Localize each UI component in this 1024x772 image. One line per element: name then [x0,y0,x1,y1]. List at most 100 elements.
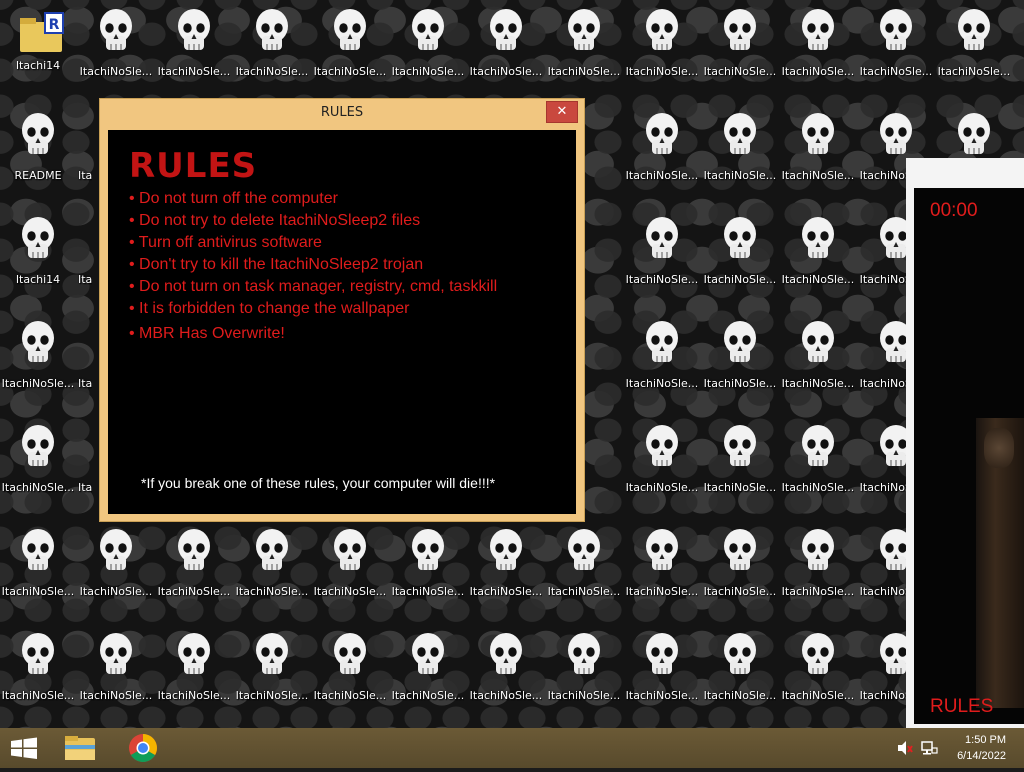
skull-icon-wrap [799,112,837,160]
skull-icon-wrap [19,632,57,680]
desktop-icon[interactable]: ItachiNoSle... [312,522,388,618]
skull-icon [568,529,600,570]
desktop-icon[interactable]: ItachiNoSle... [780,522,856,618]
desktop-icon[interactable]: ItachiNoSle... [702,314,778,410]
rule-item: • Do not try to delete ItachiNoSleep2 fi… [129,212,421,229]
desktop-icon[interactable]: ItachiNoSle... [0,626,76,722]
folder-icon-wrap: R [18,10,64,52]
network-icon[interactable] [920,740,938,756]
chrome-button[interactable] [114,728,172,768]
desktop-icon[interactable]: Ita [78,314,98,410]
desktop-icon-label: ItachiNoSle... [157,689,231,702]
desktop-icon[interactable]: ItachiNoSle... [702,522,778,618]
desktop-icon-label: ItachiNoSle... [391,585,465,598]
desktop-icon[interactable]: ItachiNoSle... [858,2,934,98]
desktop-icon-label: ItachiNoSle... [1,377,75,390]
desktop-icon[interactable]: ItachiNoSle... [624,314,700,410]
rules-titlebar[interactable]: RULES ✕ [100,99,584,129]
desktop-icon[interactable]: ItachiNoSle... [780,626,856,722]
desktop-icon[interactable]: ItachiNoSle... [546,2,622,98]
desktop-icon[interactable]: ItachiNoSle... [780,314,856,410]
desktop-icon[interactable]: ItachiNoSle... [780,106,856,202]
desktop-icon[interactable]: ItachiNoSle... [234,522,310,618]
desktop-icon[interactable]: ItachiNoSle... [0,314,76,410]
skull-icon [724,425,756,466]
desktop-icon[interactable]: ItachiNoSle... [624,106,700,202]
skull-icon [724,9,756,50]
desktop-icon-label: ItachiNoSle... [703,481,777,494]
desktop-icon[interactable]: ItachiNoSle... [624,210,700,306]
desktop-icon[interactable]: ItachiNoSle... [312,626,388,722]
desktop-icon[interactable]: R Itachi14 [0,2,76,98]
desktop-icon[interactable]: ItachiNoSle... [156,2,232,98]
desktop-icon[interactable]: ItachiNoSle... [702,106,778,202]
desktop-icon[interactable]: ItachiNoSle... [702,418,778,514]
desktop-icon-label: ItachiNoSle... [1,585,75,598]
skull-icon [802,633,834,674]
desktop-icon[interactable]: ItachiNoSle... [936,2,1012,98]
desktop-icon[interactable]: ItachiNoSle... [624,2,700,98]
desktop-icon-label: ItachiNoSle... [625,273,699,286]
desktop-icon[interactable]: ItachiNoSle... [468,2,544,98]
skull-icon-wrap [643,216,681,264]
skull-icon [724,321,756,362]
skull-icon [256,9,288,50]
desktop-icon[interactable]: ItachiNoSle... [234,626,310,722]
desktop-icon[interactable]: Ita [78,210,98,306]
rules-list: • Do not turn off the computer • Do not … [129,188,497,345]
desktop-icon-label: ItachiNoSle... [703,169,777,182]
desktop-icon[interactable]: ItachiNoSle... [78,2,154,98]
desktop-icon[interactable]: ItachiNoSle... [156,522,232,618]
desktop-icon-label: ItachiNoSle... [625,377,699,390]
desktop-icon[interactable]: Itachi14 [0,210,76,306]
desktop-icon-label: ItachiNoSle... [859,65,933,78]
start-button[interactable] [0,728,48,768]
chrome-icon [129,734,157,762]
desktop-icon[interactable]: ItachiNoSle... [156,626,232,722]
clock-time[interactable]: 1:50 PM [965,734,1006,746]
desktop-icon-label: ItachiNoSle... [547,585,621,598]
desktop-icon[interactable]: ItachiNoSle... [624,522,700,618]
desktop-icon[interactable]: ItachiNoSle... [546,626,622,722]
volume-muted-icon[interactable] [896,740,914,756]
desktop-icon[interactable]: ItachiNoSle... [468,522,544,618]
desktop-icon[interactable]: ItachiNoSle... [468,626,544,722]
close-button[interactable]: ✕ [546,101,578,123]
desktop-icon[interactable]: ItachiNoSle... [702,2,778,98]
desktop-icon[interactable]: ItachiNoSle... [390,2,466,98]
desktop-icon[interactable]: ItachiNoSle... [702,626,778,722]
skull-icon-wrap [721,216,759,264]
desktop-icon[interactable]: ItachiNoSle... [780,2,856,98]
desktop-icon-label: ItachiNoSle... [235,585,309,598]
desktop-icon[interactable]: ItachiNoSle... [390,522,466,618]
desktop-icon[interactable]: ItachiNoSle... [624,626,700,722]
skull-icon [100,529,132,570]
desktop-icon[interactable]: ItachiNoSle... [780,418,856,514]
desktop-icon[interactable]: ItachiNoSle... [234,2,310,98]
rules-window: RULES ✕ RULES • Do not turn off the comp… [99,98,585,522]
desktop-icon[interactable]: ItachiNoSle... [780,210,856,306]
desktop-icon[interactable]: ItachiNoSle... [0,418,76,514]
desktop-icon[interactable]: ItachiNoSle... [312,2,388,98]
desktop-icon[interactable]: ItachiNoSle... [624,418,700,514]
desktop-icon[interactable]: ItachiNoSle... [390,626,466,722]
desktop-icon[interactable]: README [0,106,76,202]
desktop-icon[interactable]: ItachiNoSle... [0,522,76,618]
desktop-icon[interactable]: ItachiNoSle... [78,626,154,722]
skull-icon [22,113,54,154]
skull-icon-wrap [877,8,915,56]
desktop-icon-label: ItachiNoSle... [703,65,777,78]
skull-icon-wrap [643,320,681,368]
desktop-icon[interactable]: Ita [78,418,98,514]
rules-heading: RULES [129,146,258,186]
desktop-icon[interactable]: Ita [78,106,98,202]
desktop-icon[interactable]: ItachiNoSle... [78,522,154,618]
skull-icon-wrap [409,8,447,56]
skull-icon-wrap [643,528,681,576]
file-explorer-button[interactable] [52,728,110,768]
skull-icon [100,633,132,674]
desktop-icon[interactable]: ItachiNoSle... [546,522,622,618]
clock-date[interactable]: 6/14/2022 [957,750,1006,762]
desktop-icon[interactable]: ItachiNoSle... [702,210,778,306]
rule-item: • Do not turn off the computer [129,190,338,207]
